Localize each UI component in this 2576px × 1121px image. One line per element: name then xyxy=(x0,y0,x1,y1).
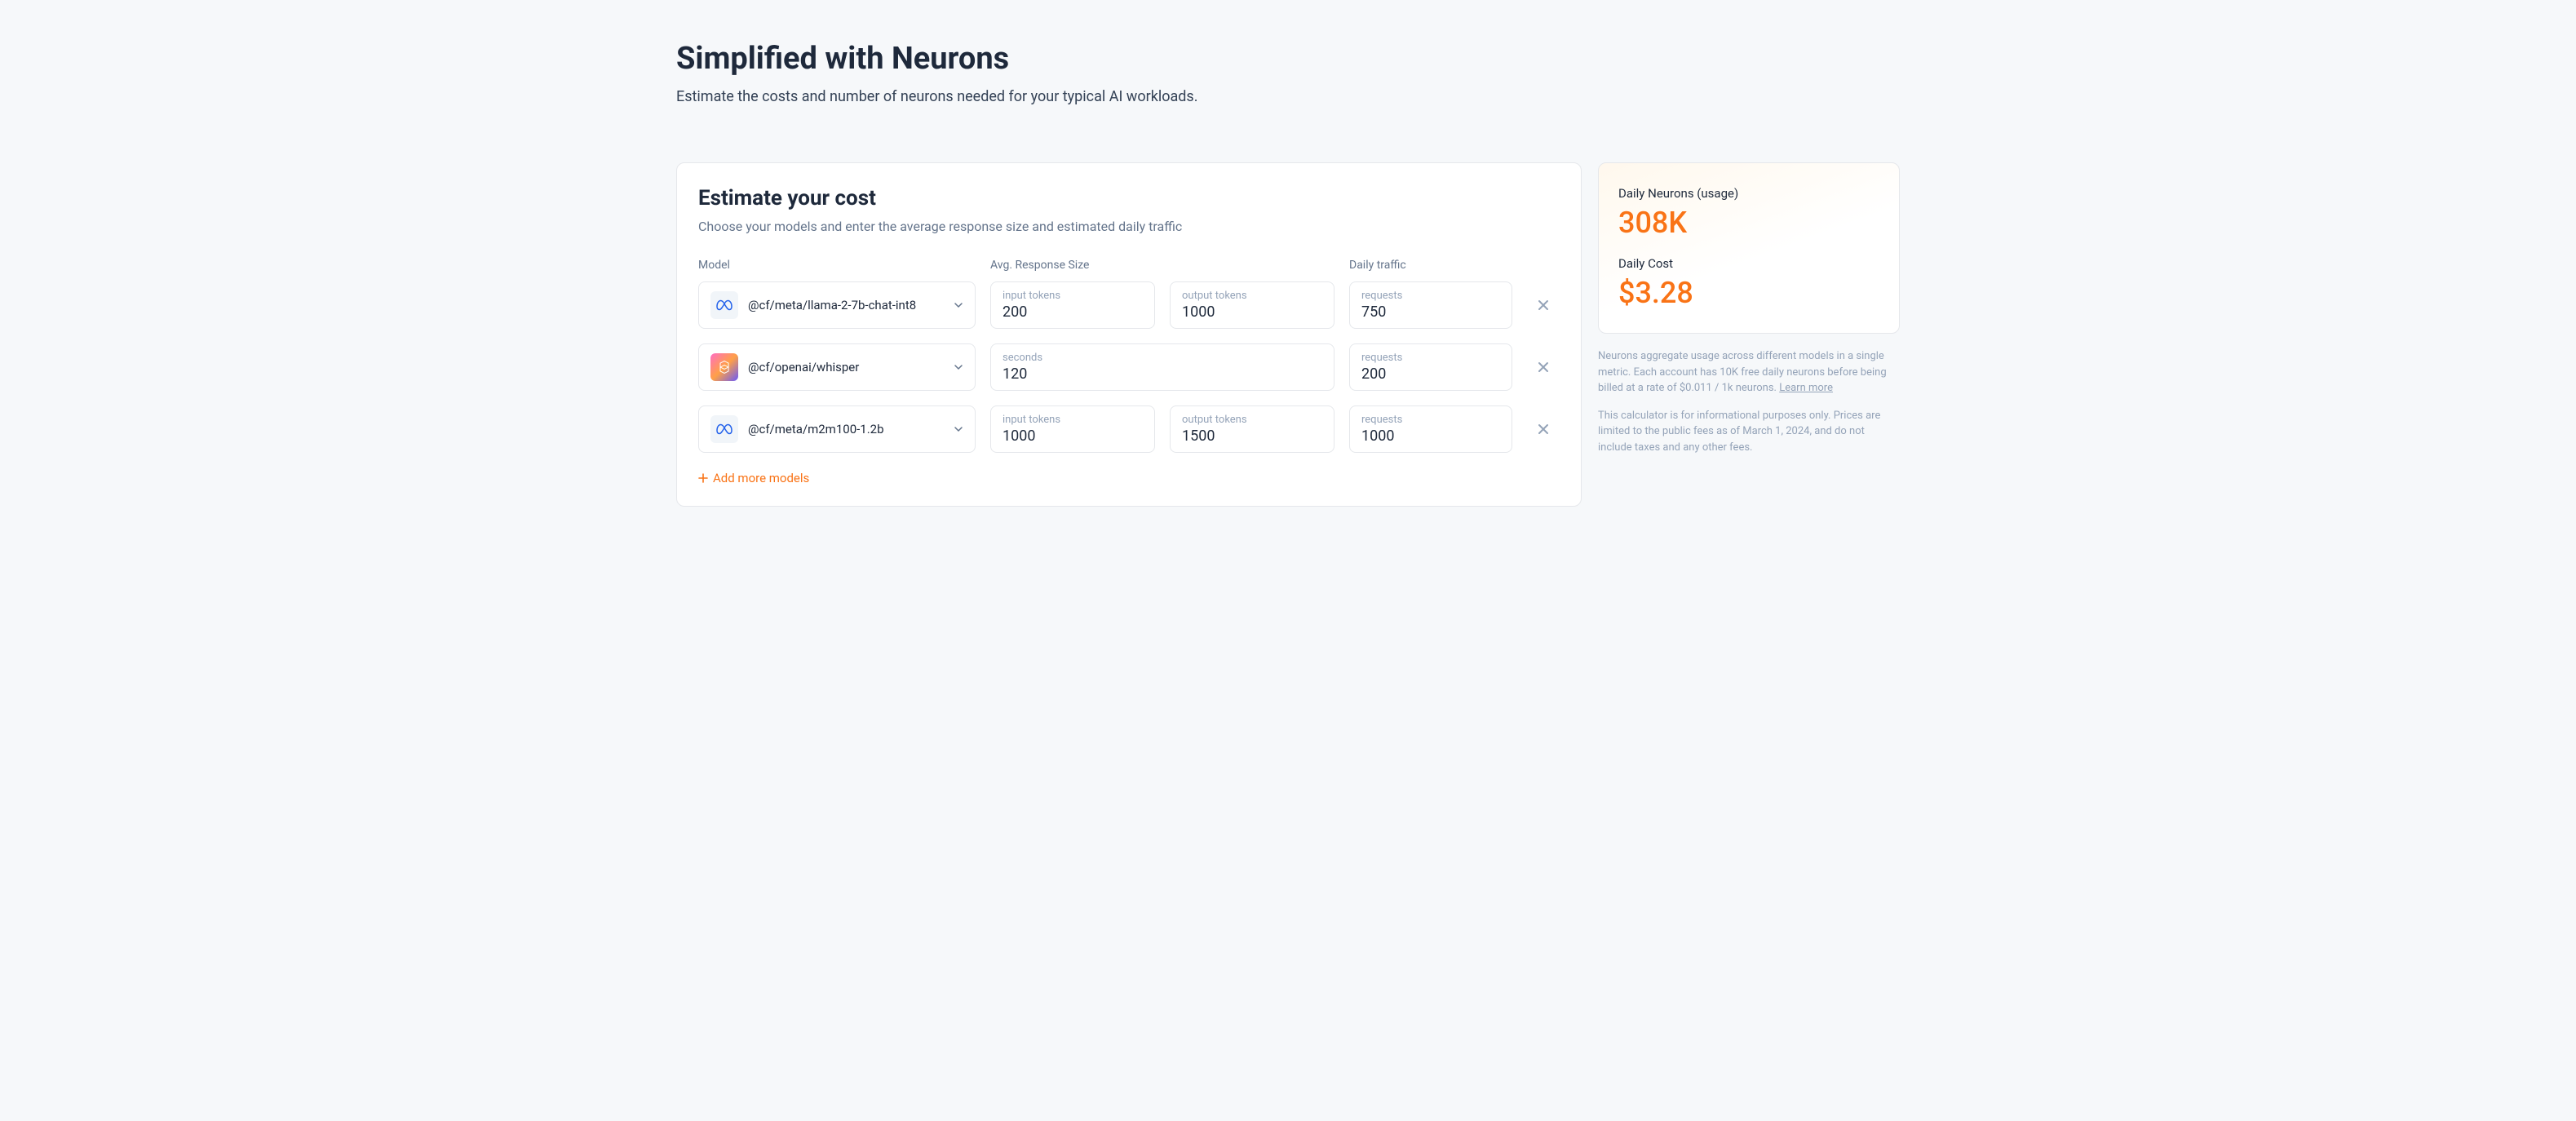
remove-row-button[interactable] xyxy=(1527,351,1560,383)
summary-box: Daily Neurons (usage) 308K Daily Cost $3… xyxy=(1598,162,1900,334)
field-label: requests xyxy=(1361,352,1500,364)
remove-row-button[interactable] xyxy=(1527,413,1560,445)
cost-value: $3.28 xyxy=(1618,276,1879,310)
openai-icon xyxy=(710,353,738,381)
table-row: @cf/meta/llama-2-7b-chat-int8 input toke… xyxy=(698,281,1560,329)
output-tokens-input[interactable] xyxy=(1182,428,1322,445)
requests-input[interactable] xyxy=(1361,366,1500,383)
close-icon xyxy=(1537,423,1550,436)
close-icon xyxy=(1537,361,1550,374)
estimate-card: Estimate your cost Choose your models an… xyxy=(676,162,1582,507)
page-title: Simplified with Neurons xyxy=(676,41,1900,77)
seconds-input[interactable] xyxy=(1003,366,1322,383)
card-title: Estimate your cost xyxy=(698,186,1560,210)
field-label: seconds xyxy=(1003,352,1322,364)
input-tokens-field[interactable]: input tokens xyxy=(990,405,1155,453)
remove-row-button[interactable] xyxy=(1527,289,1560,321)
requests-field[interactable]: requests xyxy=(1349,343,1512,391)
field-label: input tokens xyxy=(1003,290,1143,302)
input-tokens-field[interactable]: input tokens xyxy=(990,281,1155,329)
field-label: input tokens xyxy=(1003,414,1143,426)
footnote-text: Neurons aggregate usage across different… xyxy=(1598,350,1887,394)
requests-field[interactable]: requests xyxy=(1349,281,1512,329)
chevron-down-icon xyxy=(954,300,963,310)
footnote-neurons: Neurons aggregate usage across different… xyxy=(1598,348,1900,397)
field-label: requests xyxy=(1361,414,1500,426)
chevron-down-icon xyxy=(954,424,963,434)
cost-label: Daily Cost xyxy=(1618,256,1879,271)
input-tokens-input[interactable] xyxy=(1003,428,1143,445)
output-tokens-field[interactable]: output tokens xyxy=(1170,281,1334,329)
footnote-disclaimer: This calculator is for informational pur… xyxy=(1598,408,1900,456)
close-icon xyxy=(1537,299,1550,312)
field-label: output tokens xyxy=(1182,414,1322,426)
table-row: @cf/openai/whisper seconds requests xyxy=(698,343,1560,391)
model-select[interactable]: @cf/meta/llama-2-7b-chat-int8 xyxy=(698,281,976,329)
col-model: Model xyxy=(698,259,976,272)
model-name: @cf/openai/whisper xyxy=(748,360,944,374)
field-label: requests xyxy=(1361,290,1500,302)
model-name: @cf/meta/llama-2-7b-chat-int8 xyxy=(748,298,944,312)
neurons-value: 308K xyxy=(1618,206,1879,240)
col-response: Avg. Response Size xyxy=(990,259,1334,272)
model-select[interactable]: @cf/meta/m2m100-1.2b xyxy=(698,405,976,453)
meta-icon xyxy=(710,291,738,319)
requests-field[interactable]: requests xyxy=(1349,405,1512,453)
requests-input[interactable] xyxy=(1361,428,1500,445)
add-model-button[interactable]: Add more models xyxy=(698,471,809,485)
learn-more-link[interactable]: Learn more xyxy=(1779,382,1833,394)
col-traffic: Daily traffic xyxy=(1349,259,1512,272)
plus-icon xyxy=(698,473,708,483)
output-tokens-field[interactable]: output tokens xyxy=(1170,405,1334,453)
page-subtitle: Estimate the costs and number of neurons… xyxy=(676,88,1900,105)
card-subtitle: Choose your models and enter the average… xyxy=(698,219,1560,234)
add-model-label: Add more models xyxy=(713,471,809,485)
table-headers: Model Avg. Response Size Daily traffic xyxy=(698,259,1560,272)
neurons-label: Daily Neurons (usage) xyxy=(1618,186,1879,201)
chevron-down-icon xyxy=(954,362,963,372)
output-tokens-input[interactable] xyxy=(1182,304,1322,321)
input-tokens-input[interactable] xyxy=(1003,304,1143,321)
model-name: @cf/meta/m2m100-1.2b xyxy=(748,422,944,436)
field-label: output tokens xyxy=(1182,290,1322,302)
requests-input[interactable] xyxy=(1361,304,1500,321)
model-select[interactable]: @cf/openai/whisper xyxy=(698,343,976,391)
table-row: @cf/meta/m2m100-1.2b input tokens output… xyxy=(698,405,1560,453)
meta-icon xyxy=(710,415,738,443)
seconds-field[interactable]: seconds xyxy=(990,343,1334,391)
